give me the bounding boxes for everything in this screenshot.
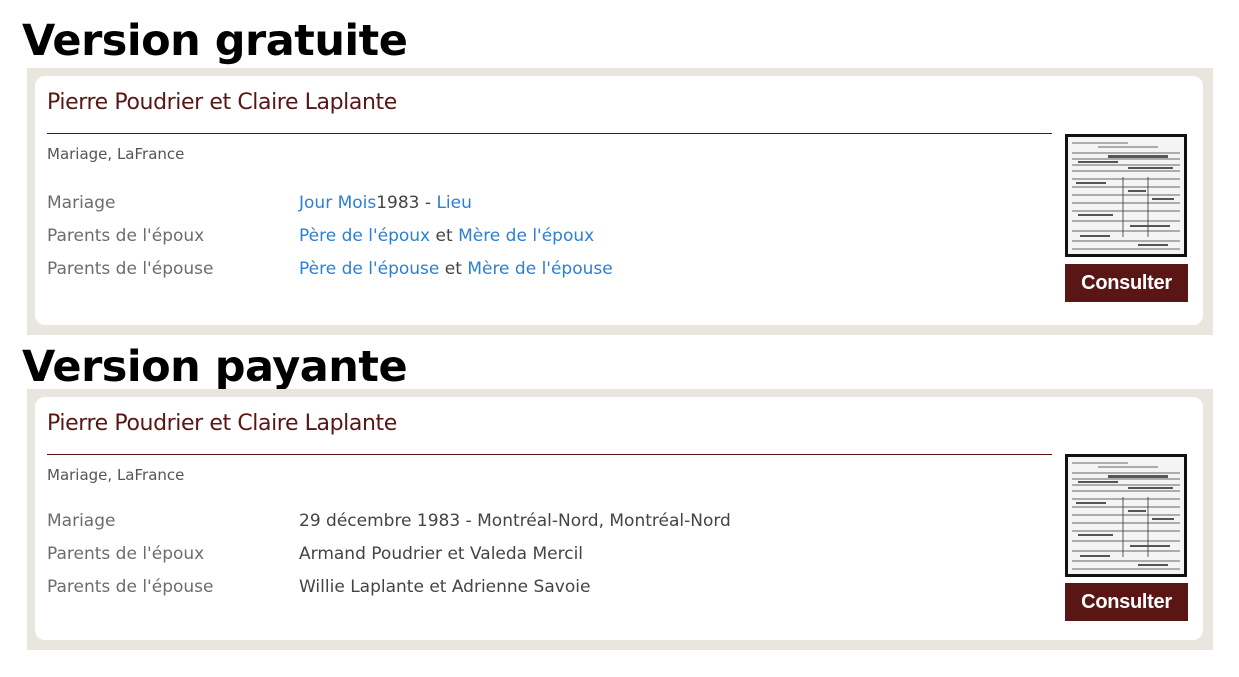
- record-card: Pierre Poudrier et Claire Laplante Maria…: [35, 76, 1203, 325]
- place-link[interactable]: Lieu: [436, 193, 471, 213]
- row-label: Parents de l'épouse: [47, 259, 214, 279]
- record-frame-paid: Pierre Poudrier et Claire Laplante Maria…: [27, 389, 1213, 650]
- section-heading-paid: Version payante: [22, 342, 408, 392]
- document-scan-image: [1068, 137, 1184, 254]
- record-subtitle: Mariage, LaFrance: [47, 466, 185, 484]
- bride-mother-link[interactable]: Mère de l'épouse: [467, 259, 612, 279]
- row-value: Père de l'époux et Mère de l'époux: [299, 224, 594, 248]
- row-value: Willie Laplante et Adrienne Savoie: [299, 577, 591, 597]
- record-subtitle: Mariage, LaFrance: [47, 145, 185, 163]
- date-link[interactable]: Jour Mois: [299, 193, 376, 213]
- consult-button[interactable]: Consulter: [1065, 264, 1188, 302]
- bride-father-link[interactable]: Père de l'épouse: [299, 259, 439, 279]
- row-label: Mariage: [47, 511, 116, 531]
- row-label: Parents de l'épouse: [47, 577, 214, 597]
- record-title: Pierre Poudrier et Claire Laplante: [47, 411, 397, 436]
- record-title: Pierre Poudrier et Claire Laplante: [47, 90, 397, 115]
- document-thumbnail[interactable]: [1065, 134, 1187, 257]
- conjunction: et: [430, 226, 459, 246]
- record-frame-free: Pierre Poudrier et Claire Laplante Maria…: [27, 68, 1213, 335]
- conjunction: et: [439, 259, 468, 279]
- groom-mother-link[interactable]: Mère de l'époux: [458, 226, 594, 246]
- groom-father-link[interactable]: Père de l'époux: [299, 226, 430, 246]
- section-heading-free: Version gratuite: [22, 16, 408, 66]
- row-value: Jour Mois1983 - Lieu: [299, 191, 472, 215]
- row-value: Armand Poudrier et Valeda Mercil: [299, 544, 584, 564]
- row-label: Parents de l'époux: [47, 226, 205, 246]
- document-scan-image: [1068, 457, 1184, 574]
- year-text: 1983 -: [376, 193, 437, 213]
- row-value: 29 décembre 1983 - Montréal-Nord, Montré…: [299, 511, 731, 531]
- consult-button[interactable]: Consulter: [1065, 583, 1188, 621]
- title-divider: [47, 454, 1052, 455]
- title-divider: [47, 133, 1052, 134]
- document-thumbnail[interactable]: [1065, 454, 1187, 577]
- row-value: Père de l'épouse et Mère de l'épouse: [299, 257, 613, 281]
- row-label: Parents de l'époux: [47, 544, 205, 564]
- record-card: Pierre Poudrier et Claire Laplante Maria…: [35, 397, 1203, 640]
- row-label: Mariage: [47, 193, 116, 213]
